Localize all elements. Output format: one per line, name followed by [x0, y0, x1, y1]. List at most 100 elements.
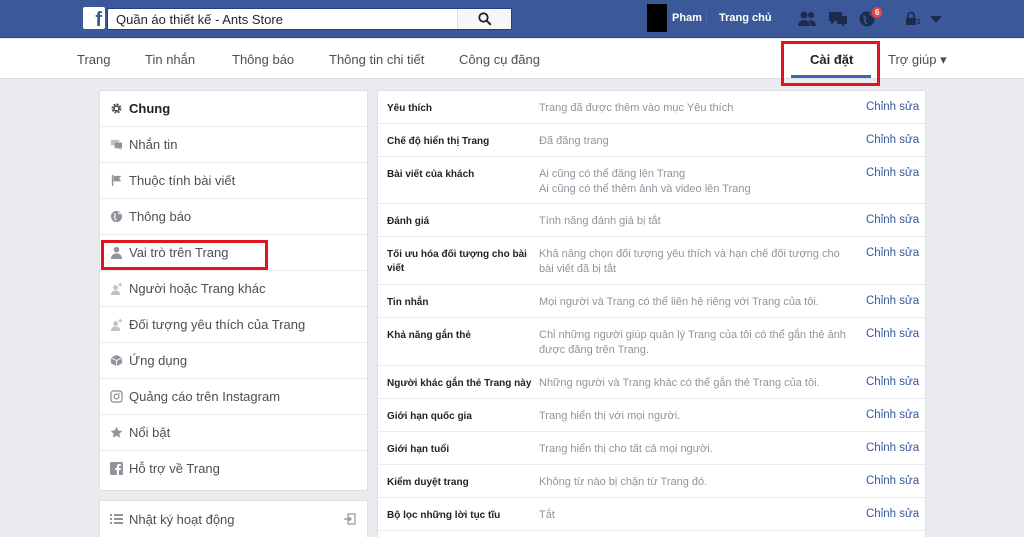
privacy-lock-icon[interactable]	[903, 10, 921, 28]
edit-link[interactable]: Chỉnh sửa	[866, 475, 919, 487]
sidebar-item-people-and-other-pages[interactable]: Người hoặc Trang khác	[100, 271, 367, 307]
setting-value: Tắt	[539, 509, 555, 521]
tab-messages[interactable]: Tin nhắn	[145, 52, 195, 67]
settings-row-messages: Tin nhắn Mọi người và Trang có thể liên …	[378, 285, 925, 318]
highlight-box-settings	[781, 41, 880, 86]
setting-name: Bộ lọc những lời tục tĩu	[387, 510, 501, 521]
sidebar-item-label: Hỗ trợ về Trang	[129, 461, 220, 476]
tab-publishing-tools[interactable]: Công cụ đăng	[459, 52, 540, 67]
setting-value: Mọi người và Trang có thể liên hệ riêng …	[539, 296, 819, 308]
tab-notifications[interactable]: Thông báo	[232, 52, 294, 67]
settings-row-visitor-posts: Bài viết của khách Ai cũng có thể đăng l…	[378, 157, 925, 204]
edit-link[interactable]: Chỉnh sửa	[866, 214, 919, 226]
sidebar-item-instagram-ads[interactable]: Quảng cáo trên Instagram	[100, 379, 367, 415]
notification-badge: 6	[871, 6, 884, 19]
sidebar-item-notifications[interactable]: Thông báo	[100, 199, 367, 235]
user-name-link[interactable]: Pham	[672, 12, 702, 24]
sidebar-item-label: Người hoặc Trang khác	[129, 281, 266, 296]
person-star-icon	[110, 318, 123, 331]
globe-icon	[110, 210, 123, 223]
sidebar-item-messaging[interactable]: Nhắn tin	[100, 127, 367, 163]
search-icon	[478, 12, 492, 26]
home-link[interactable]: Trang chủ	[719, 12, 772, 24]
account-menu-chevron-icon[interactable]	[929, 14, 943, 24]
top-divider	[706, 11, 707, 26]
gear-icon	[111, 103, 122, 114]
edit-link[interactable]: Chỉnh sửa	[866, 376, 919, 388]
setting-value: Chỉ những người giúp quản lý Trang của t…	[539, 329, 846, 356]
sidebar-item-label: Đối tượng yêu thích của Trang	[129, 317, 306, 332]
search-input[interactable]: Quần áo thiết kế - Ants Store	[116, 12, 283, 27]
setting-name: Tối ưu hóa đối tượng cho bài viết	[387, 249, 527, 274]
facebook-icon	[110, 462, 123, 475]
sidebar-item-label: Thuộc tính bài viết	[129, 173, 236, 188]
settings-row-audience-optimization: Tối ưu hóa đối tượng cho bài viết Khả nă…	[378, 237, 925, 285]
settings-row-reviews: Đánh giá Tính năng đánh giá bị tắt Chỉnh…	[378, 204, 925, 237]
settings-row-favorites: Yêu thích Trang đã được thêm vào mục Yêu…	[378, 91, 925, 124]
setting-name: Yêu thích	[387, 103, 433, 114]
sidebar-item-label: Nổi bật	[129, 425, 171, 440]
setting-value: Trang hiển thị cho tất cả mọi người.	[539, 443, 713, 455]
settings-row-age-restrictions: Giới hạn tuổi Trang hiển thị cho tất cả …	[378, 432, 925, 465]
flag-icon	[111, 174, 122, 187]
edit-link[interactable]: Chỉnh sửa	[866, 295, 919, 307]
general-settings-table: Yêu thích Trang đã được thêm vào mục Yêu…	[377, 90, 926, 537]
setting-value: Ai cũng có thể đăng lên Trang Ai cũng có…	[539, 168, 751, 195]
edit-link[interactable]: Chỉnh sửa	[866, 328, 919, 340]
settings-row-tagging-ability: Khả năng gắn thẻ Chỉ những người giúp qu…	[378, 318, 925, 366]
setting-value: Đã đăng trang	[539, 135, 609, 147]
activity-log-label: Nhật ký hoạt động	[129, 512, 235, 527]
setting-value: Không từ nào bị chặn từ Trang đó.	[539, 476, 708, 488]
edit-link[interactable]: Chỉnh sửa	[866, 167, 919, 179]
setting-value: Những người và Trang khác có thể gắn thẻ…	[539, 377, 820, 389]
edit-link[interactable]: Chỉnh sửa	[866, 247, 919, 259]
sidebar-item-label: Thông báo	[129, 209, 192, 224]
sidebar-item-preferred-audience[interactable]: Đối tượng yêu thích của Trang	[100, 307, 367, 343]
settings-sidebar: Chung Nhắn tin Thuộc tính bài viết Thông…	[99, 90, 368, 491]
setting-name: Người khác gắn thẻ Trang này	[387, 378, 532, 389]
setting-value: Trang đã được thêm vào mục Yêu thích	[539, 102, 734, 114]
instagram-icon	[110, 390, 123, 403]
sidebar-item-apps[interactable]: Ứng dụng	[100, 343, 367, 379]
search-bar[interactable]: Quần áo thiết kế - Ants Store	[107, 8, 512, 30]
friend-requests-icon[interactable]	[797, 10, 817, 28]
list-icon	[110, 514, 123, 524]
edit-link[interactable]: Chỉnh sửa	[866, 409, 919, 421]
setting-value: Trang hiển thị với mọi người.	[539, 410, 681, 422]
setting-name: Giới hạn quốc gia	[387, 411, 472, 422]
settings-row-page-moderation: Kiểm duyệt trang Không từ nào bị chặn từ…	[378, 465, 925, 498]
facebook-logo-icon[interactable]: f	[83, 7, 105, 29]
setting-value: Tính năng đánh giá bị tắt	[539, 215, 661, 227]
setting-name: Đánh giá	[387, 216, 430, 227]
chat-icon	[110, 139, 123, 151]
tab-help[interactable]: Trợ giúp ▾	[888, 52, 947, 68]
sidebar-item-featured[interactable]: Nổi bật	[100, 415, 367, 451]
search-button[interactable]	[457, 9, 511, 29]
activity-log-panel[interactable]: Nhật ký hoạt động	[99, 500, 368, 537]
edit-link[interactable]: Chỉnh sửa	[866, 508, 919, 520]
edit-link[interactable]: Chỉnh sửa	[866, 442, 919, 454]
sidebar-item-post-attribution[interactable]: Thuộc tính bài viết	[100, 163, 367, 199]
sidebar-item-label: Chung	[129, 101, 171, 116]
sidebar-item-label: Ứng dụng	[129, 353, 188, 368]
settings-row-profanity-filter: Bộ lọc những lời tục tĩu Tắt Chỉnh sửa	[378, 498, 925, 531]
tab-insights[interactable]: Thông tin chi tiết	[329, 52, 424, 67]
star-icon	[110, 426, 123, 438]
top-bar: f Quần áo thiết kế - Ants Store Pham Tra…	[0, 0, 1024, 38]
setting-name: Kiểm duyệt trang	[387, 477, 469, 488]
external-link-icon[interactable]	[344, 513, 356, 525]
setting-name: Tin nhắn	[387, 297, 429, 308]
settings-row-page-visibility: Chế độ hiển thị Trang Đã đăng trang Chỉn…	[378, 124, 925, 157]
tab-page[interactable]: Trang	[77, 52, 110, 67]
setting-name: Giới hạn tuổi	[387, 444, 450, 455]
messages-icon[interactable]	[828, 10, 848, 28]
edit-link[interactable]: Chỉnh sửa	[866, 101, 919, 113]
sidebar-item-page-support[interactable]: Hỗ trợ về Trang	[100, 451, 367, 487]
sidebar-item-general[interactable]: Chung	[100, 91, 367, 127]
edit-link[interactable]: Chỉnh sửa	[866, 134, 919, 146]
sidebar-item-label: Quảng cáo trên Instagram	[129, 389, 281, 404]
sidebar-item-label: Nhắn tin	[129, 137, 178, 152]
setting-name: Khả năng gắn thẻ	[387, 330, 471, 341]
avatar[interactable]	[647, 4, 667, 32]
settings-row-country-restrictions: Giới hạn quốc gia Trang hiển thị với mọi…	[378, 399, 925, 432]
